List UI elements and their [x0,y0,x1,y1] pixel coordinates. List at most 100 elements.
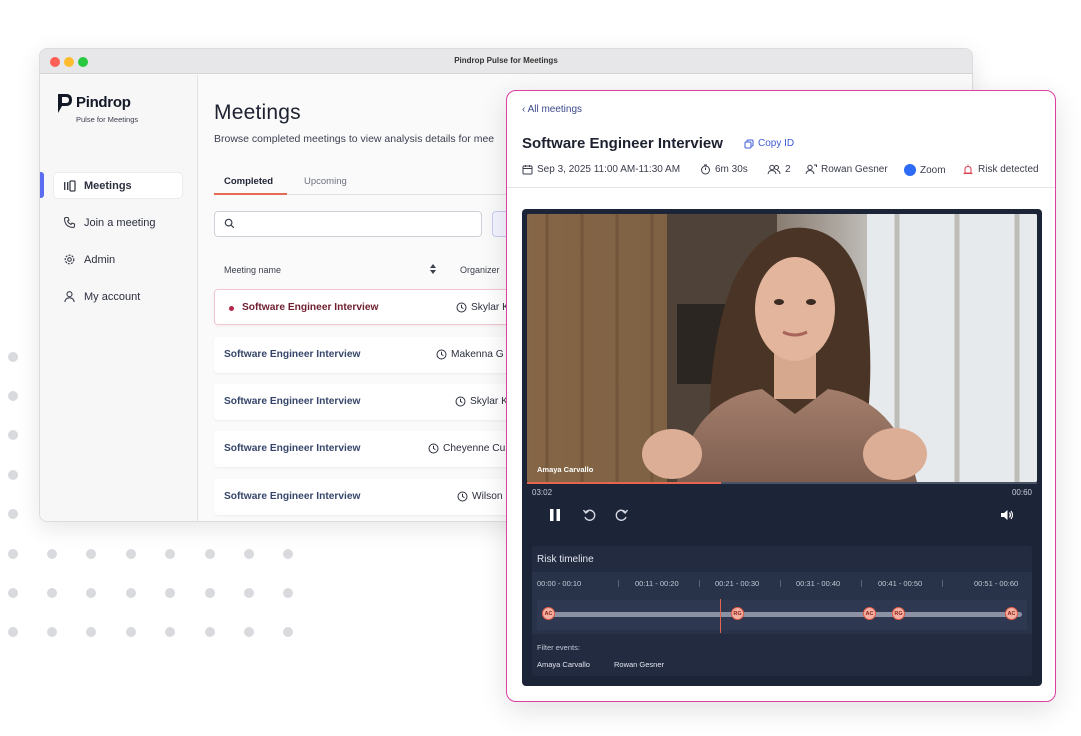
clock-icon [436,349,447,360]
page-subtitle: Browse completed meetings to view analys… [214,133,495,145]
tick-separator [780,580,781,587]
organizer-cell: Wilson [457,491,503,502]
timeline-lane[interactable] [542,612,1022,617]
host-icon [805,164,817,175]
pause-icon [550,509,560,521]
sidebar-item-label: Admin [84,253,116,266]
window-titlebar: Pindrop Pulse for Meetings [40,49,972,74]
forward-icon [615,509,629,521]
divider [507,187,1055,188]
sidebar-item-meetings[interactable]: Meetings [54,173,182,198]
copy-icon [744,139,754,148]
timeline-tick-label: 00:41 - 00:50 [878,579,923,588]
timeline-tick-label: 00:51 - 00:60 [974,579,1019,588]
filter-rowan-gesner[interactable]: Rowan Gesner [614,660,664,669]
organizer-cell: Skylar K [455,396,508,407]
window-title: Pindrop Pulse for Meetings [454,56,558,65]
active-nav-indicator [40,172,44,198]
filter-amaya-carvallo[interactable]: Amaya Carvallo [537,660,590,669]
brand-tagline: Pulse for Meetings [76,115,139,124]
pindrop-logo-icon [58,94,72,113]
sort-icon[interactable] [429,263,437,275]
speaker-label: Amaya Carvallo [537,465,594,474]
timeline-playhead[interactable] [720,599,721,633]
tab-completed[interactable]: Completed [224,176,273,187]
current-time: 03:02 [532,488,553,497]
timeline-tick-label: 00:00 - 00:10 [537,579,582,588]
organizer-cell: Skylar K [456,302,509,313]
brand-logo[interactable]: Pindrop Pulse for Meetings [56,92,176,126]
meeting-duration: 6m 30s [700,164,748,175]
video-frame-image [527,214,1037,482]
page-title: Meetings [214,101,301,124]
meeting-name[interactable]: Software Engineer Interview [224,349,360,360]
brand-name: Pindrop [76,94,131,111]
tick-separator [699,580,700,587]
search-input[interactable] [214,211,482,237]
forward-button[interactable] [612,505,632,525]
meeting-detail-panel: ‹ All meetings Software Engineer Intervi… [506,90,1056,702]
meeting-platform: Zoom [904,164,946,176]
risk-timeline: Risk timeline 00:00 - 00:10 00:11 - 00:2… [532,546,1032,676]
sidebar-item-join-meeting[interactable]: Join a meeting [54,210,182,235]
video-frame[interactable]: Amaya Carvallo [527,214,1037,482]
meeting-name[interactable]: Software Engineer Interview [224,396,360,407]
gear-icon [62,253,76,267]
clock-icon [428,443,439,454]
risk-marker-ac[interactable]: AC [1005,607,1018,620]
risk-marker-rg[interactable]: RG [892,607,905,620]
meeting-name[interactable]: Software Engineer Interview [224,443,360,454]
video-progress-fill [527,482,721,484]
user-icon [62,290,76,304]
sidebar-item-label: My account [84,290,141,303]
organizer-name: Skylar K [471,302,509,313]
clock-icon [456,302,467,313]
end-time: 00:60 [1011,488,1032,497]
pause-button[interactable] [545,505,565,525]
volume-button[interactable] [997,505,1017,525]
tick-separator [942,580,943,587]
copy-id-button[interactable]: Copy ID [744,138,794,149]
sidebar-item-my-account[interactable]: My account [54,284,182,309]
phone-icon [62,216,76,230]
active-meeting-dot [229,306,234,311]
rewind-button[interactable] [579,505,599,525]
back-to-meetings-link[interactable]: ‹ All meetings [522,104,582,115]
timeline-tick-label: 00:31 - 00:40 [796,579,841,588]
tab-upcoming[interactable]: Upcoming [304,176,347,187]
risk-marker-rg[interactable]: RG [731,607,744,620]
sidebar: Pindrop Pulse for Meetings Meetings Join… [40,75,198,521]
organizer-cell: Cheyenne Cu [428,443,505,454]
meeting-name[interactable]: Software Engineer Interview [224,491,360,502]
meeting-name[interactable]: Software Engineer Interview [242,302,378,313]
calendar-icon [522,165,533,175]
meeting-host: Rowan Gesner [805,164,888,175]
organizer-name: Wilson [472,491,503,502]
back-link-label: All meetings [527,104,583,115]
sidebar-item-admin[interactable]: Admin [54,247,182,272]
meeting-title: Software Engineer Interview [522,135,723,152]
timeline-tick-label: 00:11 - 00:20 [635,579,679,588]
copy-id-label: Copy ID [758,138,795,149]
clock-icon [455,396,466,407]
organizer-name: Skylar K [470,396,508,407]
timeline-tick-label: 00:21 - 00:30 [715,579,760,588]
risk-timeline-ruler: 00:00 - 00:10 00:11 - 00:20 00:21 - 00:3… [532,572,1032,634]
rewind-icon [582,509,596,521]
column-header-organizer[interactable]: Organizer [460,265,500,275]
alarm-icon [963,164,973,175]
organizer-name: Makenna G [451,349,504,360]
tick-separator [618,580,619,587]
timer-icon [701,164,710,175]
participants-icon [767,164,781,175]
meeting-meta: Sep 3, 2025 11:00 AM-11:30 AM 6m 30s 2 R… [522,164,1052,178]
column-header-meeting-name[interactable]: Meeting name [224,265,281,275]
risk-marker-ac[interactable]: AC [542,607,555,620]
risk-marker-ac[interactable]: AC [863,607,876,620]
filter-events-label: Filter events: [537,643,580,652]
risk-status: Risk detected [962,164,1039,175]
video-progress-bar[interactable] [527,482,1037,484]
risk-timeline-title: Risk timeline [537,554,594,565]
meetings-icon [62,179,76,193]
zoom-icon [904,164,916,176]
